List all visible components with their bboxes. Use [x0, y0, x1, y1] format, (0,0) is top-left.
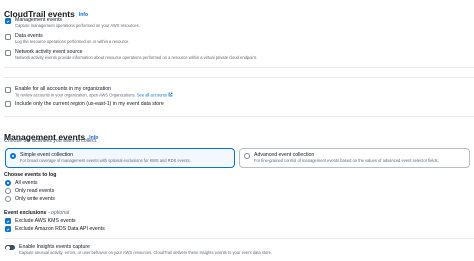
checkbox-label: Exclude Amazon RDS Data API events: [15, 226, 105, 232]
management-events-checkbox[interactable]: [5, 18, 11, 24]
org-description-text: To review accounts in your organization,…: [15, 92, 136, 98]
management-subtitle: Choose the activities you want to collec…: [4, 138, 98, 144]
optional-tag: - optional: [46, 210, 70, 216]
management-events-option[interactable]: Management events Capture management ope…: [5, 17, 140, 28]
data-events-option[interactable]: Data events Log the resource operations …: [5, 33, 129, 44]
divider: [4, 116, 474, 117]
radio-label: Only write events: [15, 196, 55, 202]
option-description: Log the resource operations performed on…: [15, 39, 130, 44]
exclude-kms-option[interactable]: Exclude AWS KMS events: [5, 218, 76, 224]
check-icon: [6, 219, 10, 223]
external-link-icon: [168, 92, 173, 97]
data-events-checkbox[interactable]: [5, 34, 11, 40]
exclude-rds-checkbox[interactable]: [5, 226, 11, 232]
network-activity-option[interactable]: Network activity event source Network ac…: [5, 49, 257, 60]
log-option-all[interactable]: All events: [5, 180, 38, 186]
divider: [4, 238, 474, 239]
radio-label: All events: [15, 180, 38, 186]
network-activity-checkbox[interactable]: [5, 50, 11, 56]
log-option-write[interactable]: Only write events: [5, 196, 55, 202]
log-heading: Choose events to log: [4, 172, 57, 178]
check-icon: [6, 227, 10, 231]
org-option[interactable]: Enable for all accounts in my organizati…: [5, 86, 173, 98]
exclude-rds-option[interactable]: Exclude Amazon RDS Data API events: [5, 226, 105, 232]
radio-read-events[interactable]: [5, 188, 11, 194]
option-description: Capture management operations performed …: [15, 23, 140, 28]
checkbox-label: Exclude AWS KMS events: [15, 218, 76, 224]
log-option-read[interactable]: Only read events: [5, 188, 54, 194]
divider: [4, 67, 474, 68]
insights-description: Capture unusual activity, errors, or use…: [19, 250, 273, 255]
see-all-accounts-link[interactable]: See all accounts: [137, 93, 167, 98]
radio-label: Only read events: [15, 188, 55, 194]
radio-all-events[interactable]: [5, 180, 11, 186]
advanced-collection-tile[interactable]: Advanced event collection For fine-grain…: [239, 148, 470, 168]
org-checkbox[interactable]: [5, 87, 11, 93]
radio-write-events[interactable]: [5, 196, 11, 202]
tile-description: For broad coverage of management events …: [20, 158, 191, 163]
divider: [4, 77, 474, 78]
exclusions-heading-main: Event exclusions: [4, 210, 47, 216]
tile-description: For fine-grained control of management e…: [254, 158, 439, 163]
exclusions-heading: Event exclusions - optional: [4, 210, 69, 216]
region-option[interactable]: Include only the current region (us-east…: [5, 101, 164, 107]
region-label: Include only the current region (us-east…: [15, 101, 164, 107]
option-description: Network activity events provide informat…: [15, 55, 257, 60]
toggle-knob: [5, 245, 10, 250]
org-description: To review accounts in your organization,…: [15, 92, 173, 98]
insights-option[interactable]: Enable Insights events capture Capture u…: [5, 244, 272, 255]
simple-collection-radio[interactable]: [10, 153, 16, 159]
region-checkbox[interactable]: [5, 101, 11, 107]
advanced-collection-radio[interactable]: [244, 153, 250, 159]
check-icon: [6, 19, 10, 23]
exclude-kms-checkbox[interactable]: [5, 218, 11, 224]
simple-collection-tile[interactable]: Simple event collection For broad covera…: [5, 148, 235, 168]
insights-toggle[interactable]: [5, 245, 15, 250]
